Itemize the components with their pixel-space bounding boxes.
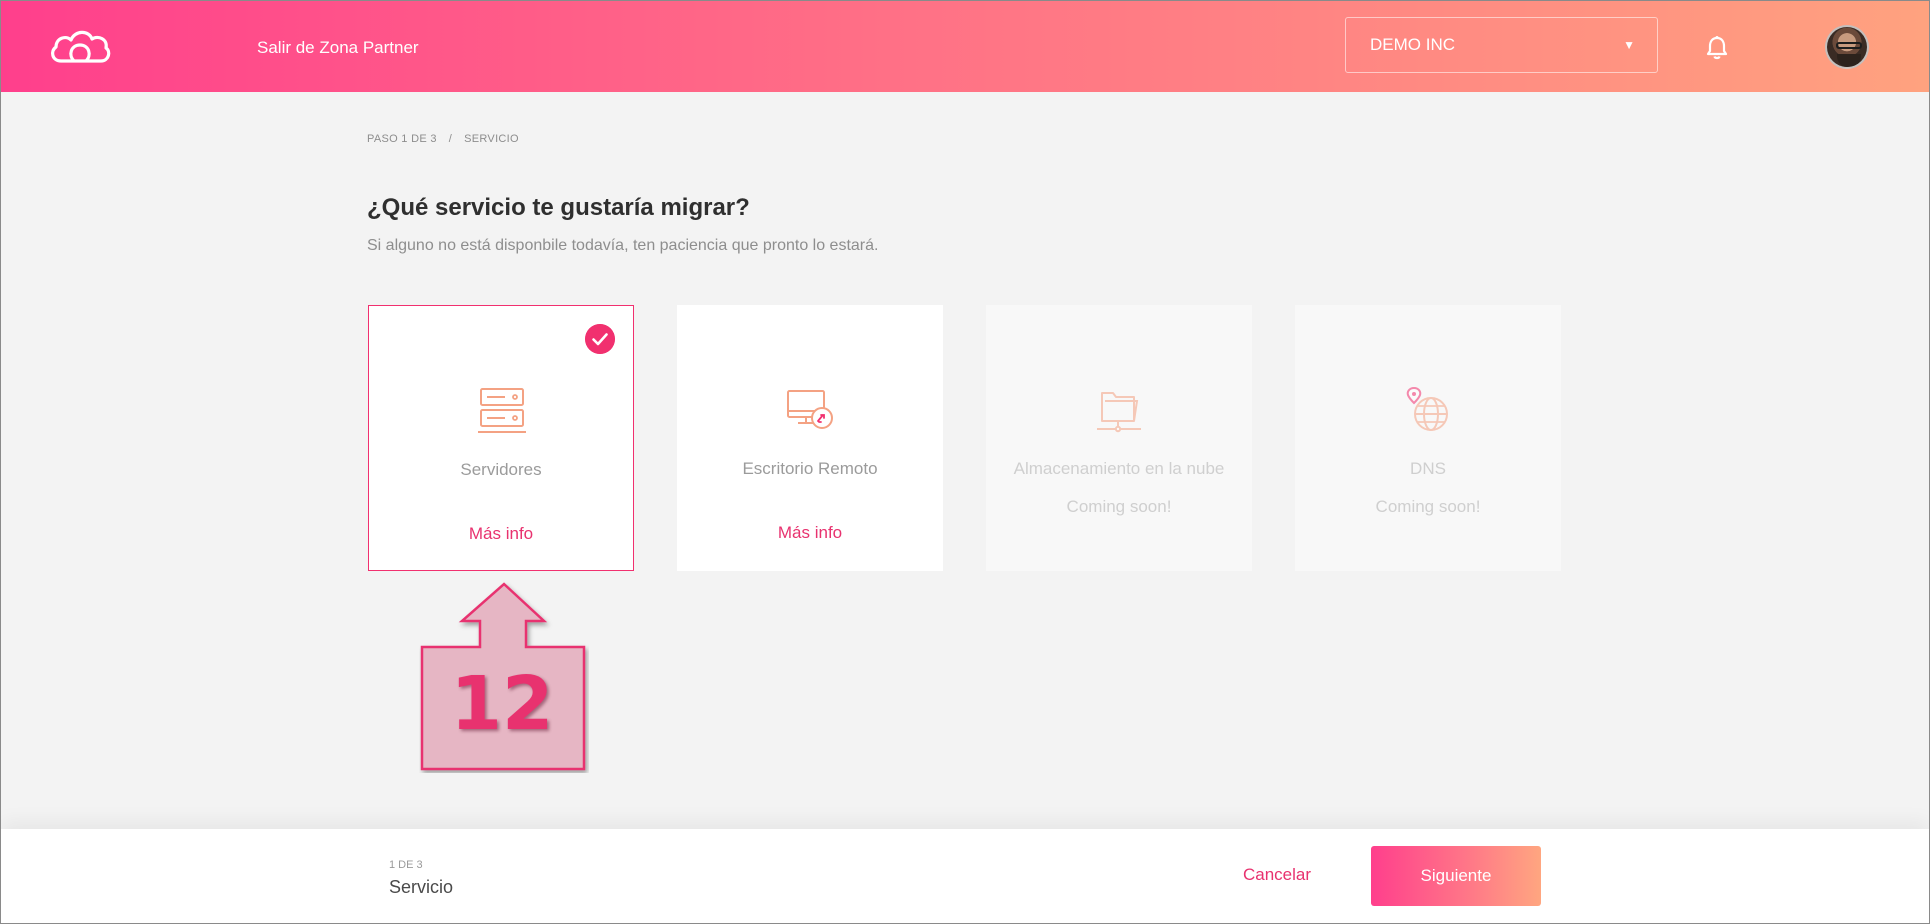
- cloud-logo-icon[interactable]: [47, 27, 113, 67]
- more-info-link[interactable]: Más info: [369, 524, 633, 544]
- cancel-button[interactable]: Cancelar: [1243, 865, 1311, 885]
- company-dropdown[interactable]: DEMO INC ▼: [1345, 17, 1658, 73]
- bell-icon[interactable]: [1705, 35, 1729, 61]
- exit-partner-zone-link[interactable]: Salir de Zona Partner: [257, 38, 419, 58]
- page-title: ¿Qué servicio te gustaría migrar?: [367, 194, 750, 221]
- coming-soon-label: Coming soon!: [1375, 497, 1481, 516]
- annotation-step-number: 12: [450, 661, 554, 747]
- breadcrumb-step: PASO 1 DE 3: [367, 133, 437, 145]
- footer-step-name: Servicio: [389, 877, 454, 897]
- top-header: Salir de Zona Partner DEMO INC ▼: [1, 1, 1929, 92]
- service-card-label: DNS: [1410, 459, 1446, 478]
- cloud-storage-folder-icon: [1097, 392, 1141, 433]
- app-window: Salir de Zona Partner DEMO INC ▼ PASO 1 …: [0, 0, 1930, 924]
- service-card-servers[interactable]: Servidores Más info: [368, 305, 634, 571]
- service-card-label: Servidores: [460, 460, 542, 479]
- breadcrumb-separator: /: [448, 133, 453, 145]
- avatar-beard: [1837, 54, 1861, 67]
- more-info-link[interactable]: Más info: [677, 523, 943, 543]
- breadcrumb-current: SERVICIO: [464, 133, 519, 145]
- dns-globe-icon: [1406, 386, 1448, 431]
- page-subtitle: Si alguno no está disponbile todavía, te…: [367, 237, 879, 254]
- avatar-glasses: [1836, 42, 1862, 49]
- next-button[interactable]: Siguiente: [1371, 846, 1541, 906]
- caret-down-icon: ▼: [1623, 38, 1635, 52]
- wizard-footer: 1 DE 3 Servicio Cancelar Siguiente: [1, 829, 1929, 923]
- company-dropdown-value: DEMO INC: [1370, 35, 1455, 54]
- service-card-remote-desktop[interactable]: Escritorio Remoto Más info: [677, 305, 943, 571]
- service-card-dns: DNS Coming soon!: [1295, 305, 1561, 571]
- coming-soon-label: Coming soon!: [1066, 497, 1172, 516]
- service-card-label: Escritorio Remoto: [742, 459, 878, 478]
- servers-icon: [478, 388, 526, 433]
- breadcrumb: PASO 1 DE 3 / SERVICIO: [367, 133, 519, 145]
- service-card-label: Almacenamiento en la nube: [1013, 459, 1225, 478]
- remote-desktop-icon: [787, 390, 833, 429]
- service-card-cloud-storage: Almacenamiento en la nube Coming soon!: [986, 305, 1252, 571]
- check-icon: [585, 324, 615, 354]
- user-avatar[interactable]: [1825, 25, 1869, 69]
- footer-step-count: 1 DE 3: [389, 859, 423, 871]
